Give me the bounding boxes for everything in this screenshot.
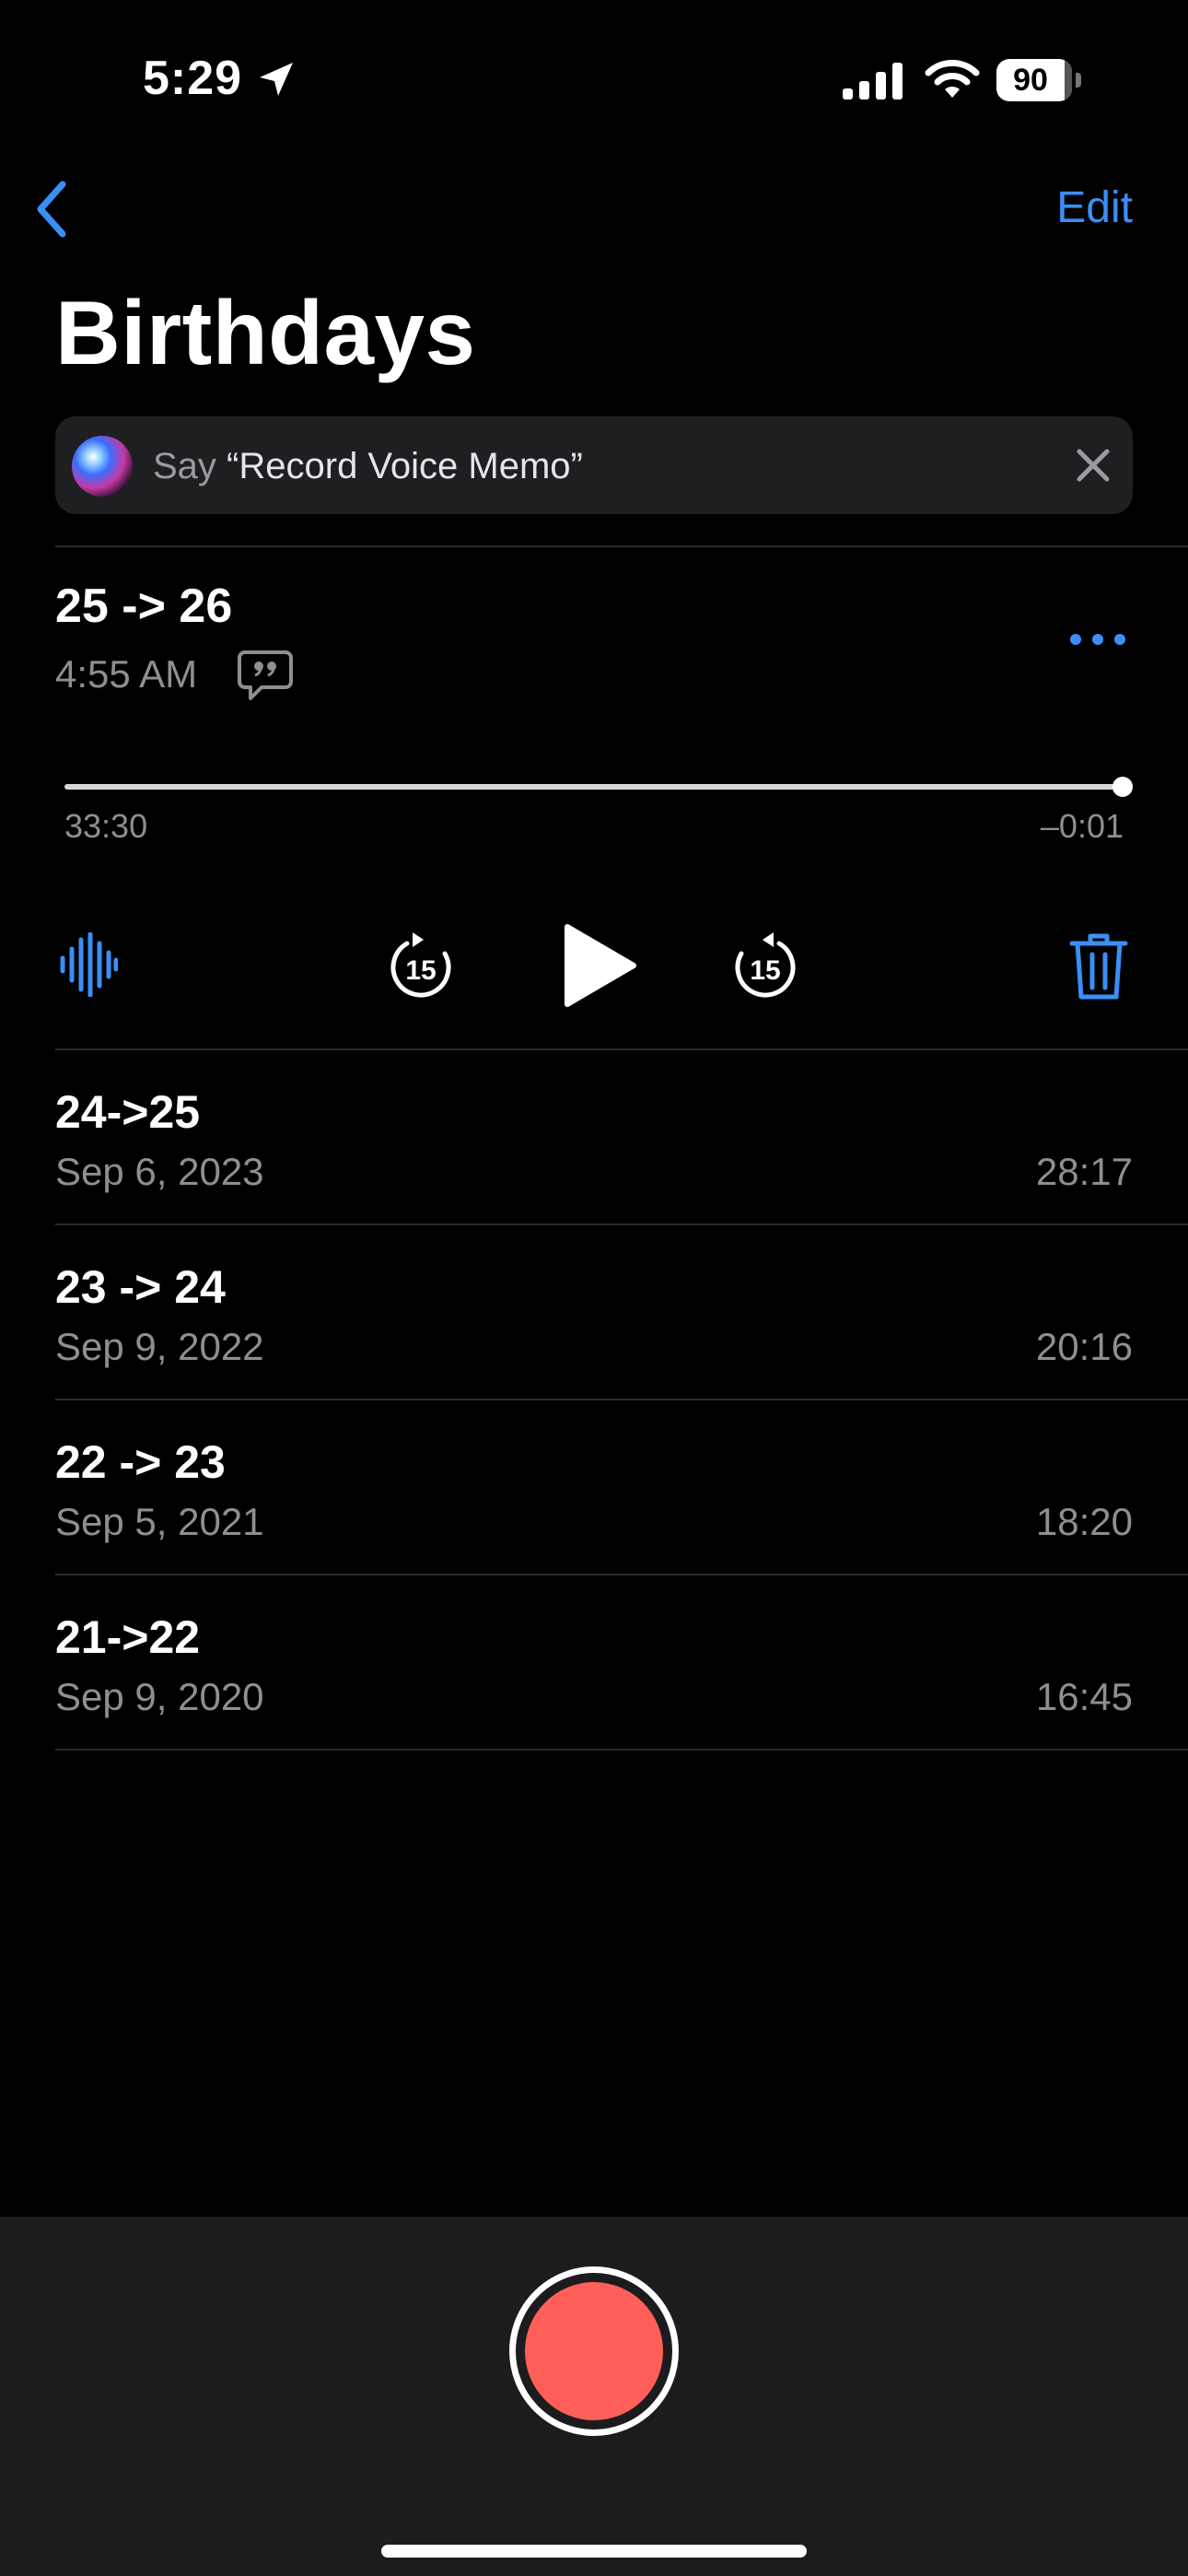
playback-scrubber[interactable]	[64, 784, 1124, 790]
recording-name: 22 -> 23	[55, 1436, 226, 1488]
record-panel	[0, 2217, 1188, 2576]
record-icon[interactable]	[525, 2282, 663, 2420]
wifi-icon	[925, 59, 980, 98]
waveform-icon[interactable]	[59, 932, 118, 997]
recording-date: Sep 5, 2021	[55, 1500, 264, 1543]
close-icon[interactable]	[1070, 442, 1116, 488]
transcript-bubble-icon[interactable]	[238, 649, 293, 702]
memo-time: 4:55 AM	[55, 652, 198, 696]
status-time: 5:29	[143, 52, 243, 105]
trash-icon[interactable]	[1068, 929, 1129, 1002]
play-icon[interactable]	[560, 921, 637, 1010]
svg-text:15: 15	[750, 955, 780, 986]
list-item[interactable]: 22 -> 23 Sep 5, 2021 18:20	[55, 1400, 1188, 1575]
memo-title[interactable]: 25 -> 26	[55, 579, 232, 634]
battery-level: 90	[1013, 63, 1048, 98]
cellular-signal-icon	[843, 63, 903, 100]
recording-duration: 28:17	[1035, 1150, 1133, 1193]
siri-prefix: Say	[153, 446, 227, 486]
list-item[interactable]: 23 -> 24 Sep 9, 2022 20:16	[55, 1225, 1188, 1400]
siri-orb-icon	[72, 436, 133, 497]
recording-name: 23 -> 24	[55, 1261, 226, 1313]
recording-name: 21->22	[55, 1611, 201, 1663]
recording-duration: 20:16	[1035, 1325, 1133, 1368]
siri-suggestion-text: Say “Record Voice Memo”	[153, 446, 583, 487]
recording-name: 24->25	[55, 1086, 201, 1138]
skip-back-15-icon[interactable]: 15	[385, 929, 457, 1002]
list-item[interactable]: 24->25 Sep 6, 2023 28:17	[55, 1050, 1188, 1225]
svg-text:15: 15	[405, 955, 436, 986]
remaining-time: –0:01	[1040, 807, 1124, 845]
record-button[interactable]	[509, 2266, 679, 2436]
location-arrow-icon	[260, 63, 293, 96]
divider	[55, 545, 1188, 547]
recording-date: Sep 6, 2023	[55, 1150, 264, 1193]
elapsed-time: 33:30	[64, 807, 148, 845]
recording-date: Sep 9, 2022	[55, 1325, 264, 1368]
scrubber-knob[interactable]	[1112, 777, 1133, 797]
list-item[interactable]: 21->22 Sep 9, 2020 16:45	[55, 1575, 1188, 1751]
ellipsis-icon[interactable]	[1068, 628, 1127, 650]
battery-indicator: 90	[996, 59, 1081, 101]
recording-duration: 16:45	[1035, 1675, 1133, 1718]
siri-suggestion-banner[interactable]: Say “Record Voice Memo”	[55, 416, 1133, 514]
page-title: Birthdays	[55, 282, 476, 383]
skip-forward-15-icon[interactable]: 15	[729, 929, 801, 1002]
siri-phrase: “Record Voice Memo”	[227, 446, 583, 486]
chevron-left-icon[interactable]	[28, 177, 79, 241]
edit-button[interactable]: Edit	[1056, 182, 1133, 233]
recording-date: Sep 9, 2020	[55, 1675, 264, 1718]
divider	[55, 1749, 1188, 1751]
recording-duration: 18:20	[1035, 1500, 1133, 1543]
home-indicator[interactable]	[381, 2545, 807, 2558]
